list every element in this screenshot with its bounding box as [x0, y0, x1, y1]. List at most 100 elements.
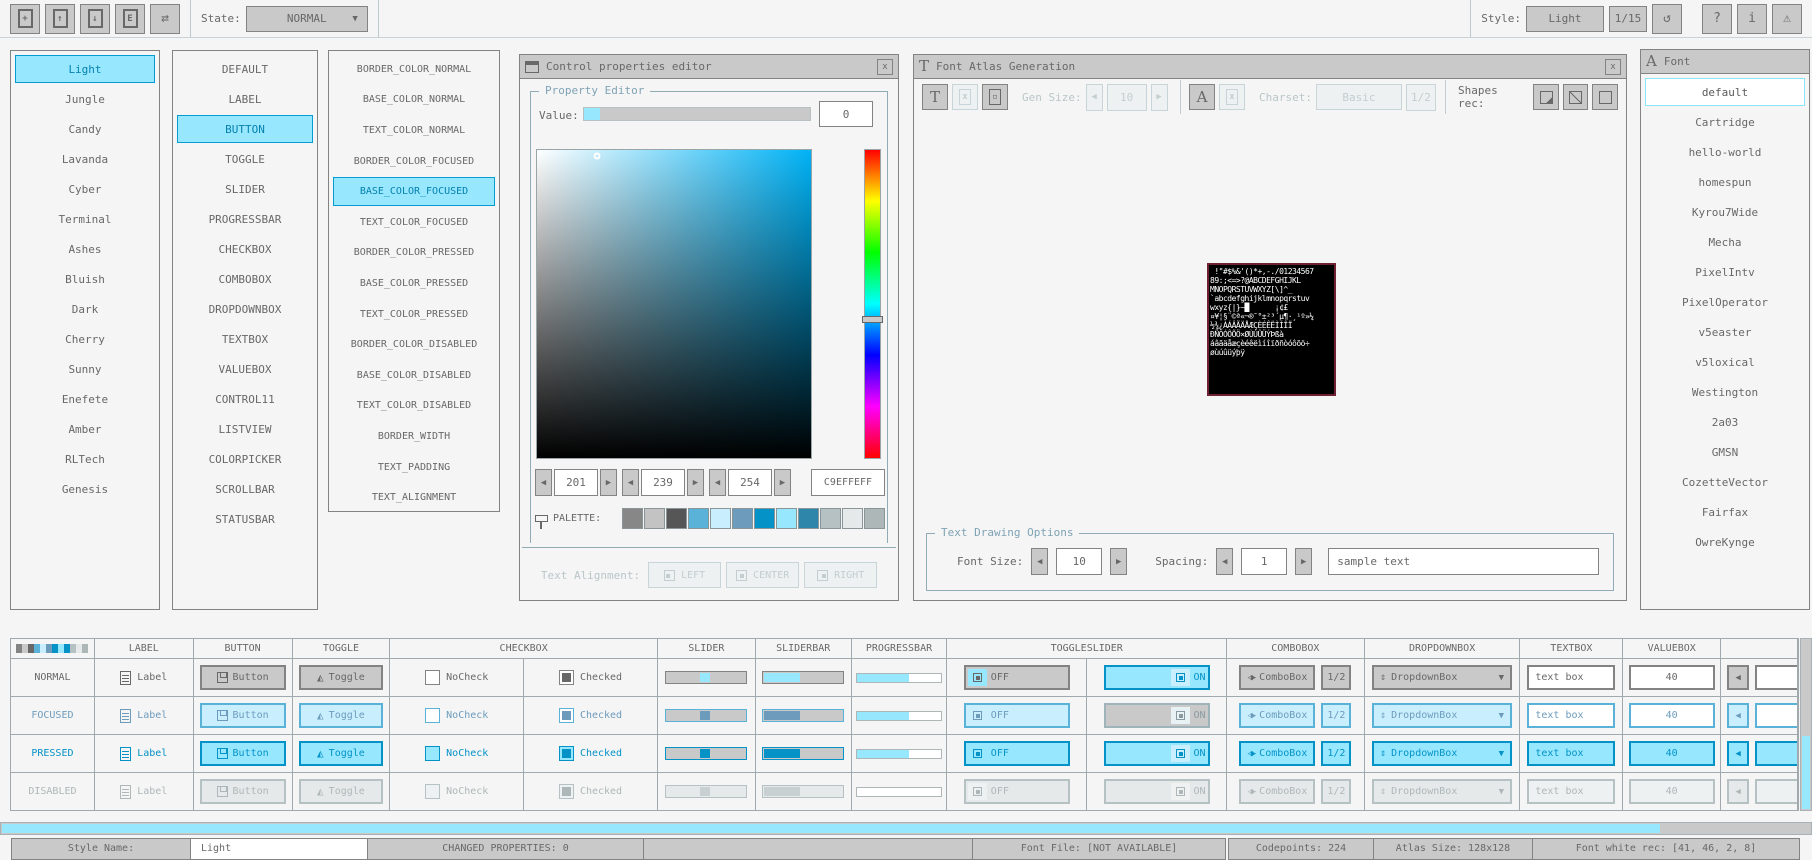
style-item-candy[interactable]: Candy — [15, 115, 155, 143]
dropdownbox-control[interactable]: ⇕DropdownBox▼ — [1372, 741, 1512, 766]
control-item-statusbar[interactable]: STATUSBAR — [177, 505, 313, 533]
combobox-counter[interactable]: 1/2 — [1321, 665, 1351, 690]
control-item-progressbar[interactable]: PROGRESSBAR — [177, 205, 313, 233]
close-icon[interactable]: x — [1605, 59, 1621, 75]
control-properties-titlebar[interactable]: Control properties editor x — [520, 55, 898, 79]
textbox-control[interactable]: text box — [1527, 665, 1615, 690]
gen-size-value[interactable]: 10 — [1107, 84, 1147, 111]
font-item-cartridge[interactable]: Cartridge — [1645, 108, 1805, 136]
control-item-colorpicker[interactable]: COLORPICKER — [177, 445, 313, 473]
font-item-hello-world[interactable]: hello-world — [1645, 138, 1805, 166]
sliderbar-control[interactable] — [762, 709, 844, 722]
font-item-kyrou7wide[interactable]: Kyrou7Wide — [1645, 198, 1805, 226]
spinner-left-icon[interactable]: ◀ — [1727, 741, 1749, 766]
new-style-file-button[interactable]: + — [10, 4, 40, 34]
charset-page[interactable]: 1/2 — [1406, 84, 1436, 111]
spinner-left-icon[interactable]: ◀ — [709, 469, 726, 496]
font-item-homespun[interactable]: homespun — [1645, 168, 1805, 196]
textbox-control[interactable]: text box — [1527, 703, 1615, 728]
checkbox-unchecked[interactable] — [425, 670, 440, 685]
control-item-valuebox[interactable]: VALUEBOX — [177, 355, 313, 383]
font-item-pixelintv[interactable]: PixelIntv — [1645, 258, 1805, 286]
toggle-control[interactable]: ◭Toggle — [299, 741, 383, 766]
checkbox-unchecked[interactable] — [425, 784, 440, 799]
toggleslider-on[interactable]: ON — [1104, 779, 1210, 804]
palette-swatch-6[interactable] — [754, 508, 775, 529]
spinner-left-icon[interactable]: ◀ — [1727, 779, 1749, 804]
toggle-control[interactable]: ◭Toggle — [299, 779, 383, 804]
control-item-label[interactable]: LABEL — [177, 85, 313, 113]
control-item-slider[interactable]: SLIDER — [177, 175, 313, 203]
property-item-base-color-pressed[interactable]: BASE_COLOR_PRESSED — [333, 269, 495, 298]
spinner-left-icon[interactable]: ◀ — [1727, 703, 1749, 728]
property-item-text-color-pressed[interactable]: TEXT_COLOR_PRESSED — [333, 300, 495, 329]
style-item-bluish[interactable]: Bluish — [15, 265, 155, 293]
export-atlas-image-button[interactable]: ▫ — [982, 84, 1008, 110]
property-item-border-width[interactable]: BORDER_WIDTH — [333, 422, 495, 451]
toggleslider-on[interactable]: ON — [1104, 665, 1210, 690]
font-atlas-titlebar[interactable]: T Font Atlas Generation x — [914, 55, 1626, 79]
spinner-left-icon[interactable]: ◀ — [622, 469, 639, 496]
vertical-scrollbar-thumb[interactable] — [1802, 736, 1810, 809]
align-center-button[interactable]: CENTER — [726, 562, 799, 588]
palette-swatch-10[interactable] — [842, 508, 863, 529]
slider-knob[interactable] — [700, 787, 710, 796]
palette-swatch-0[interactable] — [622, 508, 643, 529]
toggleslider-on[interactable]: ON — [1104, 703, 1210, 728]
spacing-increase-button[interactable]: ▶ — [1295, 548, 1312, 575]
slider-control[interactable] — [665, 709, 747, 722]
spinner-left-icon[interactable]: ◀ — [1727, 665, 1749, 690]
spinner-left-icon[interactable]: ◀ — [535, 469, 552, 496]
property-item-border-color-disabled[interactable]: BORDER_COLOR_DISABLED — [333, 330, 495, 359]
value-slider[interactable] — [583, 107, 811, 121]
hex-color-input[interactable]: C9EFFEFF — [811, 469, 885, 496]
gen-size-increase-button[interactable]: ▶ — [1151, 84, 1168, 111]
spacing-decrease-button[interactable]: ◀ — [1216, 548, 1233, 575]
button-control[interactable]: Button — [200, 703, 286, 728]
font-item-default[interactable]: default — [1645, 78, 1805, 106]
sample-text-input[interactable]: sample text — [1328, 548, 1599, 575]
style-item-terminal[interactable]: Terminal — [15, 205, 155, 233]
property-item-border-color-pressed[interactable]: BORDER_COLOR_PRESSED — [333, 239, 495, 268]
font-item-westington[interactable]: Westington — [1645, 378, 1805, 406]
color-picker-panel[interactable] — [536, 149, 812, 459]
shapes-white-rec-button[interactable] — [1533, 84, 1559, 110]
palette-swatch-5[interactable] — [732, 508, 753, 529]
combobox-counter[interactable]: 1/2 — [1321, 741, 1351, 766]
slider-knob[interactable] — [700, 673, 710, 682]
combobox-control[interactable]: ◁▶ComboBox — [1239, 779, 1315, 804]
property-item-base-color-focused[interactable]: BASE_COLOR_FOCUSED — [333, 177, 495, 206]
valuebox-control[interactable]: 40 — [1629, 741, 1715, 766]
load-style-file-button[interactable]: ↑ — [45, 4, 75, 34]
checkbox-checked[interactable] — [559, 784, 574, 799]
style-item-genesis[interactable]: Genesis — [15, 475, 155, 503]
horizontal-scrollbar-thumb[interactable] — [2, 824, 1660, 833]
textbox-control[interactable]: text box — [1527, 779, 1615, 804]
state-dropdown[interactable]: NORMAL ▼ — [246, 6, 368, 32]
combobox-counter[interactable]: 1/2 — [1321, 779, 1351, 804]
toggleslider-off[interactable]: OFF — [964, 779, 1070, 804]
align-left-button[interactable]: LEFT — [648, 562, 721, 588]
font-item-2a03[interactable]: 2a03 — [1645, 408, 1805, 436]
combobox-counter[interactable]: 1/2 — [1321, 703, 1351, 728]
palette-swatch-8[interactable] — [798, 508, 819, 529]
toggleslider-off[interactable]: OFF — [964, 741, 1070, 766]
charset-font-button[interactable]: A — [1189, 84, 1215, 110]
value-box[interactable]: 0 — [819, 101, 873, 127]
textbox-control[interactable]: text box — [1527, 741, 1615, 766]
style-item-cyber[interactable]: Cyber — [15, 175, 155, 203]
hue-handle[interactable] — [862, 316, 883, 323]
dropdownbox-control[interactable]: ⇕DropdownBox▼ — [1372, 779, 1512, 804]
control-item-default[interactable]: DEFAULT — [177, 55, 313, 83]
font-item-gmsn[interactable]: GMSN — [1645, 438, 1805, 466]
toggleslider-off[interactable]: OFF — [964, 665, 1070, 690]
load-font-text-button[interactable]: T — [922, 84, 948, 110]
checkbox-unchecked[interactable] — [425, 746, 440, 761]
style-item-dark[interactable]: Dark — [15, 295, 155, 323]
toggle-control[interactable]: ◭Toggle — [299, 703, 383, 728]
font-panel-titlebar[interactable]: A Font — [1641, 50, 1809, 74]
spinner-right-icon[interactable]: ▶ — [687, 469, 704, 496]
unload-charset-button[interactable]: x — [1219, 84, 1245, 110]
export-style-file-button[interactable]: E — [115, 4, 145, 34]
toggle-control[interactable]: ◭Toggle — [299, 665, 383, 690]
